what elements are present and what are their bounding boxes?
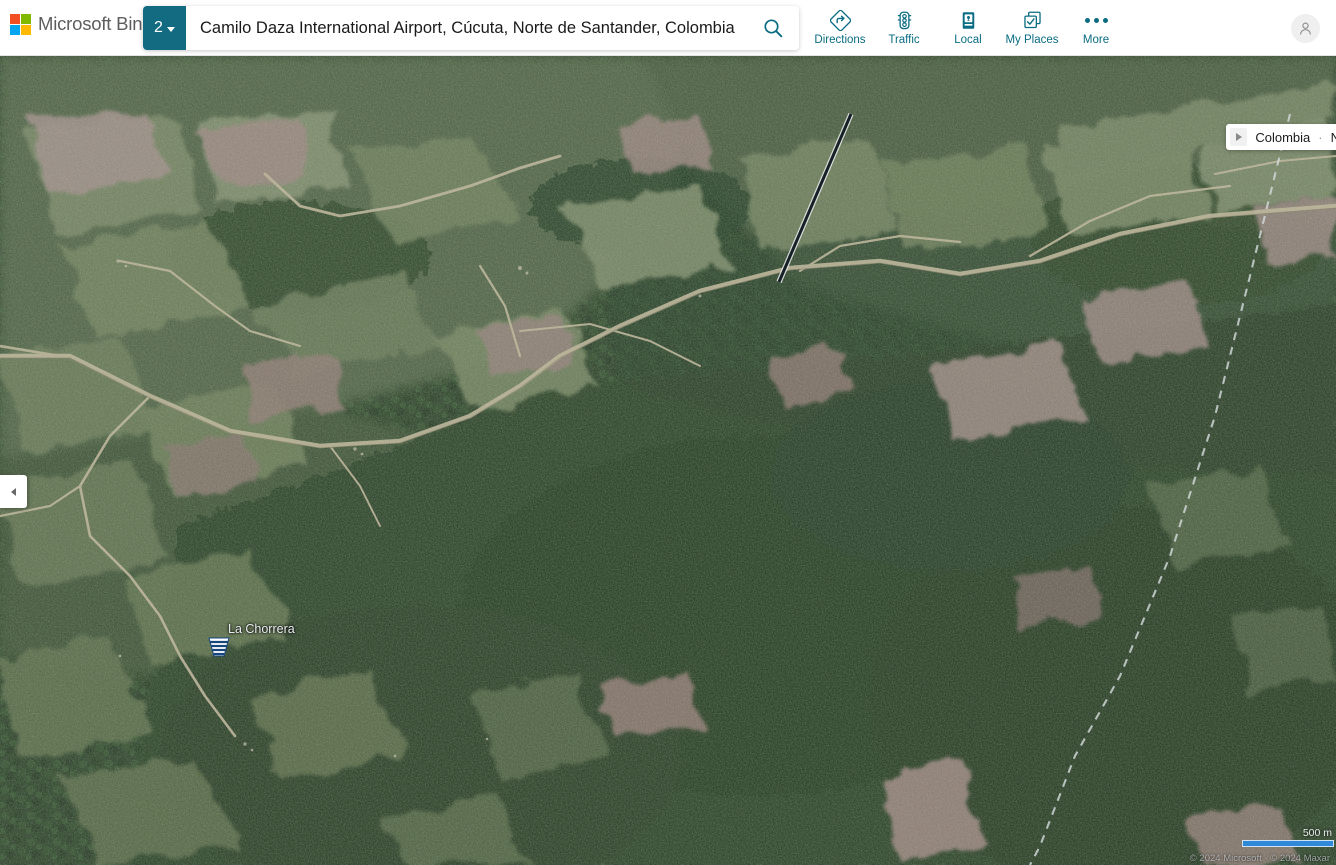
toolbar-label-directions: Directions — [814, 34, 866, 46]
toolbar-item-traffic[interactable]: Traffic — [872, 5, 936, 46]
my-places-checked-squares-icon — [1022, 9, 1043, 31]
account-avatar[interactable] — [1291, 14, 1320, 43]
microsoft-squares-icon — [10, 13, 31, 35]
search-icon — [764, 19, 783, 38]
toolbar-label-traffic: Traffic — [888, 34, 920, 46]
country-label-pill[interactable]: Colombia · N — [1226, 124, 1336, 150]
local-directory-pin-icon — [958, 9, 979, 31]
toolbar-label-my-places: My Places — [1005, 34, 1059, 46]
pill-separator: · — [1318, 129, 1323, 145]
toolbar-label-more: More — [1082, 34, 1110, 46]
search-input[interactable] — [186, 6, 747, 50]
satellite-imagery — [0, 56, 1336, 865]
search-bar: 2 — [143, 6, 799, 50]
directions-arrow-icon — [829, 9, 851, 31]
map-viewport[interactable]: La Chorrera Colombia · N 500 m © 2024 Mi… — [0, 56, 1336, 865]
bing-logo[interactable]: Microsoft Bing — [10, 13, 153, 35]
search-button[interactable] — [747, 6, 799, 50]
pill-clipped-suffix: N — [1330, 129, 1336, 145]
toolbar-label-local: Local — [954, 34, 982, 46]
toolbar-item-my-places[interactable]: My Places — [1000, 5, 1064, 46]
collapse-left-icon — [11, 487, 16, 496]
ellipsis-icon — [1084, 9, 1108, 31]
toolbar-item-directions[interactable]: Directions — [808, 5, 872, 46]
country-name-label: Colombia — [1255, 129, 1311, 145]
toolbar-item-local[interactable]: Local — [936, 5, 1000, 46]
expand-right-icon[interactable] — [1230, 128, 1248, 146]
app-header: Microsoft Bing 2 Directions — [0, 0, 1336, 56]
map-toolbar: Directions Traffic Local My Places More — [808, 5, 1128, 46]
caret-down-icon — [166, 26, 175, 32]
toolbar-item-more[interactable]: More — [1064, 5, 1128, 46]
result-count-dropdown[interactable]: 2 — [143, 6, 186, 50]
result-count-label: 2 — [154, 19, 163, 36]
side-panel-toggle[interactable] — [0, 475, 27, 508]
brand-label: Microsoft Bing — [38, 13, 153, 34]
traffic-light-icon — [894, 9, 915, 31]
person-avatar-icon — [1300, 22, 1311, 35]
